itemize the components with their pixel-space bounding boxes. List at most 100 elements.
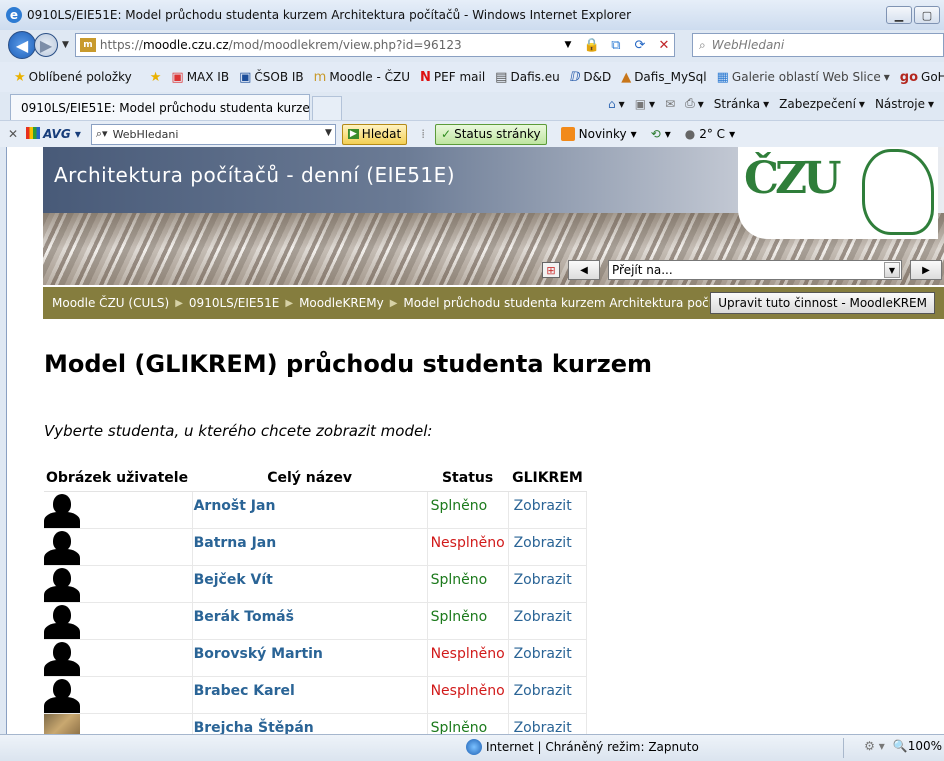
favorite-link-gohome[interactable]: goGoHome: [900, 70, 944, 85]
history-dropdown-icon[interactable]: ▼: [62, 40, 69, 50]
column-header-picture: Obrázek uživatele: [44, 465, 193, 492]
user-avatar[interactable]: [44, 603, 80, 639]
home-button[interactable]: ⌂ ▾: [608, 97, 625, 111]
breadcrumb-link-moodlekremy[interactable]: MoodleKREMy: [299, 296, 384, 310]
web-page: Architektura počítačů - denní (EIE51E) Č…: [6, 147, 944, 734]
compatibility-view-icon[interactable]: ⧉: [606, 35, 626, 55]
view-model-link[interactable]: Zobrazit: [508, 491, 588, 529]
avg-logo[interactable]: AVG ▾: [26, 127, 81, 141]
favorite-link-moodle-czu[interactable]: m Moodle - ČZU: [314, 70, 410, 85]
stop-icon[interactable]: ✕: [654, 35, 674, 55]
breadcrumb-link-moodle[interactable]: Moodle ČZU (CULS): [52, 296, 169, 310]
view-model-link[interactable]: Zobrazit: [508, 602, 588, 640]
breadcrumb: Moodle ČZU (CULS) ▶ 0910LS/EIE51E ▶ Mood…: [52, 296, 738, 310]
page-status-button[interactable]: ✓ Status stránky: [435, 123, 547, 145]
back-button[interactable]: ◀: [8, 31, 36, 59]
zoom-level[interactable]: 🔍100%: [893, 739, 942, 753]
lock-icon[interactable]: 🔒: [582, 35, 602, 55]
protected-mode-icon[interactable]: ⚙ ▾: [864, 739, 885, 753]
user-avatar[interactable]: [44, 677, 80, 713]
arrow-right-icon: ▶: [347, 129, 359, 139]
security-zone[interactable]: Internet | Chráněný režim: Zapnuto: [466, 739, 699, 755]
status-text: Splněno: [427, 565, 509, 603]
status-text: Nesplněno: [427, 528, 509, 566]
address-dropdown-icon[interactable]: ▼: [558, 35, 578, 55]
news-button[interactable]: Novinky ▾: [560, 127, 637, 141]
jump-to-select[interactable]: Přejít na... ▼: [608, 260, 902, 280]
student-name-link[interactable]: Borovský Martin: [192, 639, 428, 677]
forward-button[interactable]: ▶: [34, 33, 58, 57]
czu-logo[interactable]: ČZU: [738, 147, 938, 239]
minimize-button[interactable]: ▁: [886, 6, 912, 24]
view-model-link[interactable]: Zobrazit: [508, 676, 588, 714]
student-name-link[interactable]: Berák Tomáš: [192, 602, 428, 640]
dock-icon[interactable]: ⊞: [542, 262, 560, 278]
favorite-link-max-ib[interactable]: ▣ MAX IB: [171, 70, 229, 85]
favorite-link-dd[interactable]: ⅅ D&D: [570, 70, 612, 85]
search-icon: ⌕: [699, 37, 706, 52]
student-name-link[interactable]: Bejček Vít: [192, 565, 428, 603]
browser-tab[interactable]: 0910LS/EIE51E: Model průchodu studenta k…: [10, 94, 310, 120]
user-avatar[interactable]: [44, 529, 80, 565]
favorite-link-pef-mail[interactable]: N PEF mail: [420, 70, 485, 85]
mail-button[interactable]: ✉: [665, 97, 675, 111]
add-favorite-icon[interactable]: ★: [150, 70, 162, 85]
favorite-link-web-slice[interactable]: ▦ Galerie oblastí Web Slice ▾: [717, 70, 890, 85]
favorites-button[interactable]: ★ Oblíbené položky: [14, 70, 132, 85]
avg-search-input[interactable]: ⌕▾ WebHledani ▼: [90, 123, 336, 145]
edit-activity-button[interactable]: Upravit tuto činnost - MoodleKREM: [710, 292, 935, 314]
weather-button[interactable]: ● 2° C ▾: [685, 127, 735, 141]
column-header-name[interactable]: Celý název: [192, 465, 428, 492]
table-header-row: Obrázek uživatele Celý název Status GLIK…: [44, 465, 587, 492]
user-avatar[interactable]: [44, 566, 80, 602]
view-model-link[interactable]: Zobrazit: [508, 639, 588, 677]
view-model-link[interactable]: Zobrazit: [508, 713, 588, 734]
student-name-link[interactable]: Brabec Karel: [192, 676, 428, 714]
status-text: Splněno: [427, 602, 509, 640]
new-tab-button[interactable]: [312, 96, 342, 120]
maximize-button[interactable]: ▢: [914, 6, 940, 24]
view-model-link[interactable]: Zobrazit: [508, 528, 588, 566]
site-favicon-icon: m: [79, 38, 96, 52]
address-url[interactable]: https://moodle.czu.cz/mod/moodlekrem/vie…: [100, 38, 554, 52]
column-header-status[interactable]: Status: [427, 465, 509, 492]
widget-button[interactable]: ⟲ ▾: [651, 127, 671, 141]
lion-emblem-icon: [862, 149, 934, 235]
widget-icon: ⟲: [650, 127, 661, 141]
search-box[interactable]: ⌕ WebHledani: [692, 33, 944, 57]
print-icon: ⎙: [685, 96, 695, 110]
avg-toolbar: ✕ AVG ▾ ⌕▾ WebHledani ▼ ▶ Hledat ⁞ ✓ Statu…: [0, 120, 944, 147]
next-activity-button[interactable]: ▶: [910, 260, 942, 280]
student-name-link[interactable]: Batrna Jan: [192, 528, 428, 566]
page-menu[interactable]: Stránka ▾: [714, 97, 769, 111]
student-name-link[interactable]: Arnošt Jan: [192, 491, 428, 529]
zoom-control[interactable]: ⚙ ▾ 🔍100%: [864, 739, 942, 753]
tools-menu[interactable]: Nástroje ▾: [875, 97, 934, 111]
refresh-icon[interactable]: ⟳: [630, 35, 650, 55]
favorite-link-csob-ib[interactable]: ▣ ČSOB IB: [239, 70, 304, 85]
feeds-button[interactable]: ▣ ▾: [635, 97, 655, 111]
user-avatar[interactable]: [44, 640, 80, 676]
jump-navigation: ⊞ ◀ Přejít na... ▼ ▶: [542, 260, 942, 280]
user-avatar[interactable]: [44, 713, 80, 734]
close-toolbar-icon[interactable]: ✕: [8, 127, 18, 141]
safety-menu[interactable]: Zabezpečení ▾: [779, 97, 865, 111]
table-row: Bejček Vít Splněno Zobrazit: [44, 565, 588, 603]
view-model-link[interactable]: Zobrazit: [508, 565, 588, 603]
student-name-link[interactable]: Brejcha Štěpán: [192, 713, 428, 734]
previous-activity-button[interactable]: ◀: [568, 260, 600, 280]
breadcrumb-link-course[interactable]: 0910LS/EIE51E: [189, 296, 279, 310]
students-table: Obrázek uživatele Celý název Status GLIK…: [44, 465, 588, 734]
status-bar: Internet | Chráněný režim: Zapnuto ⚙ ▾ 🔍…: [0, 734, 944, 761]
favorite-link-dafis-mysql[interactable]: ▲ Dafis_MySql: [621, 70, 706, 85]
print-button[interactable]: ⎙ ▾: [685, 96, 704, 111]
status-text: Splněno: [427, 713, 509, 734]
window-titlebar: e 0910LS/EIE51E: Model průchodu studenta…: [0, 0, 944, 30]
avg-search-button[interactable]: ▶ Hledat: [341, 123, 408, 145]
favorite-link-dafis-eu[interactable]: ▤ Dafis.eu: [495, 70, 560, 85]
table-row: Brabec Karel Nesplněno Zobrazit: [44, 676, 588, 714]
address-bar[interactable]: m https://moodle.czu.cz/mod/moodlekrem/v…: [74, 33, 675, 57]
table-row: Arnošt Jan Splněno Zobrazit: [44, 491, 588, 529]
avg-search-dropdown-icon[interactable]: ▼: [325, 128, 332, 138]
user-avatar[interactable]: [44, 492, 80, 528]
